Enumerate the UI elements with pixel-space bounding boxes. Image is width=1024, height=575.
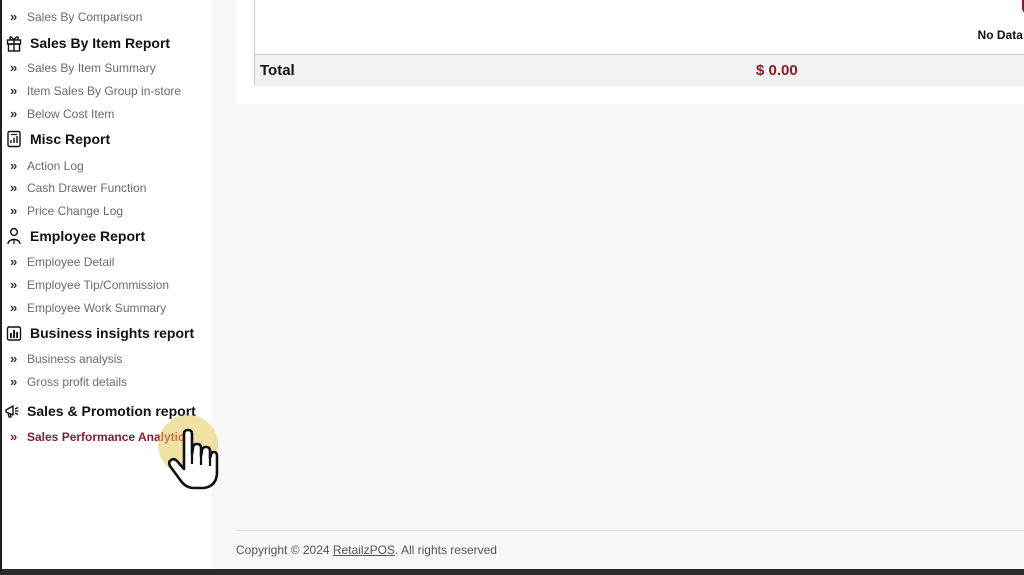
total-label: Total [260, 62, 295, 79]
sidebar-item-cash-drawer-function[interactable]: » Cash Drawer Function [2, 178, 212, 198]
double-chevron-right-icon: » [10, 106, 18, 121]
double-chevron-right-icon: » [10, 351, 18, 366]
double-chevron-right-icon: » [10, 277, 18, 292]
sidebar-item-sales-by-item-summary[interactable]: » Sales By Item Summary [2, 58, 212, 78]
sidebar-section-sales-by-item[interactable]: Sales By Item Report [2, 32, 212, 54]
sidebar-section-employee-report[interactable]: Employee Report [2, 225, 212, 247]
double-chevron-right-icon: » [10, 374, 18, 389]
sidebar-section-misc-report[interactable]: Misc Report [2, 128, 212, 150]
sidebar-item-below-cost-item[interactable]: » Below Cost Item [2, 104, 212, 124]
sidebar-item-employee-work-summary[interactable]: » Employee Work Summary [2, 298, 212, 318]
receipt-icon [7, 130, 21, 148]
double-chevron-right-icon: » [10, 158, 18, 173]
double-chevron-right-icon: » [10, 254, 18, 269]
hand-pointer-icon [167, 428, 219, 490]
total-value: $ 0.00 [756, 62, 798, 79]
sidebar-section-business-insights[interactable]: Business insights report [2, 322, 212, 344]
footer-divider [236, 530, 1024, 531]
sidebar-item-employee-tip-commission[interactable]: » Employee Tip/Commission [2, 275, 212, 295]
person-icon [7, 227, 21, 245]
main-content: No Data Avail Total $ 0.00 Copyright © 2… [212, 0, 1024, 569]
sidebar-item-employee-detail[interactable]: » Employee Detail [2, 252, 212, 272]
footer-brand-link[interactable]: RetailzPOS [333, 543, 395, 557]
sidebar-item-gross-profit-details[interactable]: » Gross profit details [2, 372, 212, 392]
footer: Copyright © 2024 RetailzPOS. All rights … [236, 543, 497, 557]
gift-icon [6, 36, 22, 52]
report-card: No Data Avail Total $ 0.00 [236, 0, 1024, 104]
no-data-text: No Data Avail [977, 28, 1024, 42]
sidebar-item-business-analysis[interactable]: » Business analysis [2, 349, 212, 369]
double-chevron-right-icon: » [10, 83, 18, 98]
double-chevron-right-icon: » [10, 203, 18, 218]
double-chevron-right-icon: » [10, 300, 18, 315]
double-chevron-right-icon: » [10, 429, 18, 444]
sidebar-item-price-change-log[interactable]: » Price Change Log [2, 201, 212, 221]
no-data-illustration-icon [1022, 0, 1024, 13]
footer-rights: . All rights reserved [394, 543, 497, 557]
sidebar-item-sales-by-comparison[interactable]: » Sales By Comparison [2, 7, 212, 27]
sidebar-item-action-log[interactable]: » Action Log [2, 156, 212, 176]
sidebar-item-item-sales-by-group[interactable]: » Item Sales By Group in-store [2, 81, 212, 101]
double-chevron-right-icon: » [10, 9, 18, 24]
bar-chart-icon [6, 326, 22, 341]
report-table: No Data Avail Total $ 0.00 [254, 0, 1024, 86]
total-row: Total $ 0.00 [255, 54, 1024, 86]
double-chevron-right-icon: » [10, 180, 18, 195]
double-chevron-right-icon: » [10, 60, 18, 75]
megaphone-icon [5, 405, 19, 418]
footer-copyright: Copyright © 2024 [236, 543, 333, 557]
